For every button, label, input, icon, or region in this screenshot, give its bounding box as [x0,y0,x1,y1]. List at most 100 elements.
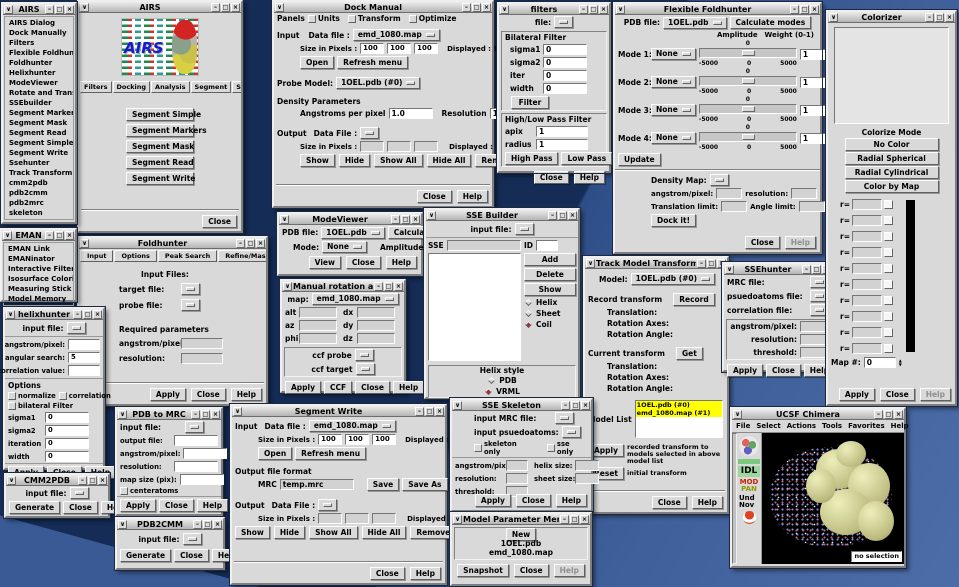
maximize-icon[interactable]: □ [88,476,97,485]
apply-button[interactable]: Apply [588,444,624,457]
maximize-icon[interactable]: □ [203,520,212,529]
minimize-icon[interactable]: – [802,265,811,274]
field-input[interactable] [183,448,227,459]
minimize-icon[interactable]: – [73,310,82,319]
translation-limit-input[interactable] [721,201,747,212]
titlebar[interactable]: ∨ Segment Write – □ × [232,406,445,417]
panel-checkbox[interactable]: Transform [348,14,401,23]
field-input[interactable]: 1 [536,126,588,137]
help-button[interactable]: Help [386,256,417,269]
slider-handle[interactable] [742,106,755,112]
close-icon[interactable]: × [231,3,240,12]
file-select[interactable] [554,16,573,28]
output-file-select[interactable] [360,127,379,139]
out-size-input[interactable] [318,513,342,524]
generate-button[interactable]: Generate [9,501,60,514]
probe-file-select[interactable] [181,299,200,311]
close-icon[interactable]: × [98,476,107,485]
maximize-icon[interactable]: □ [884,410,893,419]
close-button[interactable]: Close [63,501,98,514]
color-swatch[interactable] [884,328,893,337]
menu-item[interactable]: Segment Markers [5,108,73,118]
apply-button[interactable]: Apply [285,381,321,394]
show-button[interactable]: Show [524,283,576,296]
input-mrc-select[interactable] [555,412,574,424]
close-button[interactable]: Close [514,564,549,577]
show-hide-button[interactable]: Hide All [427,154,472,167]
titlebar[interactable]: ∨ Manual rotation and tran – □ × [282,281,404,292]
window-menu-icon[interactable]: ∨ [453,515,462,524]
rotation-input[interactable] [299,333,337,344]
help-button[interactable]: Help [692,496,723,509]
probe-model-select[interactable]: 1OEL.pdb (#0) [336,77,420,89]
apply-button[interactable]: Apply [839,388,875,401]
translation-input[interactable] [357,307,395,318]
color-swatch[interactable] [884,264,893,273]
model-listbox[interactable]: 1OEL.pdb (#0)emd_1080.map (#1) [635,400,723,438]
size-input[interactable]: 100 [360,43,384,54]
minimize-icon[interactable]: – [211,3,220,12]
menu-item[interactable]: Helixhunter [5,68,73,78]
minimize-icon[interactable]: – [561,401,570,410]
titlebar[interactable]: ∨ Dock Manual – □ × [274,2,492,13]
density-map-select[interactable] [710,174,729,186]
calculate-modes-button[interactable]: Calculate modes [730,16,812,29]
amplitude-slider[interactable] [699,76,797,86]
window-menu-icon[interactable]: ∨ [80,239,89,248]
menu[interactable]: Actions [787,422,816,430]
maximize-icon[interactable]: □ [83,310,92,319]
menu[interactable]: File [736,422,750,430]
close-icon[interactable]: × [65,231,74,240]
help-button[interactable]: Help [920,388,951,401]
minimize-icon[interactable]: – [925,13,934,22]
map-number-input[interactable]: 0 [864,357,896,368]
sheet-radio[interactable]: Sheet [524,309,576,318]
maximize-icon[interactable]: □ [571,401,580,410]
tab[interactable]: Docking [113,81,151,93]
show-hide-button[interactable]: Hide [339,154,370,167]
close-icon[interactable]: × [581,401,590,410]
pdb-file-select[interactable]: 1OEL.pdb [663,17,726,29]
menu[interactable]: Tools [822,422,842,430]
minimize-icon[interactable]: – [191,410,200,419]
show-hide-button[interactable]: Hide All [362,526,407,539]
close-icon[interactable]: × [93,310,102,319]
tab[interactable]: Segment Misc. [232,81,241,93]
tab[interactable]: Analysis [151,81,189,93]
parameter-input[interactable] [68,365,100,376]
amplitude-slider[interactable] [699,104,797,114]
out-size-input[interactable] [372,513,396,524]
target-file-select[interactable] [181,283,200,295]
param-input[interactable] [800,321,826,332]
menu-item[interactable]: Interactive Filter [4,264,73,274]
input-file-select[interactable] [515,223,534,235]
field-input[interactable]: 0 [45,412,89,423]
minimize-icon[interactable]: – [415,407,424,416]
normalize-checkbox[interactable]: normalize [8,392,56,400]
close-icon[interactable]: × [580,515,589,524]
menu-item[interactable]: Rotate and Translate [5,88,73,98]
close-button[interactable]: Close [766,364,801,377]
colorize-mode-button[interactable]: Radial Spherical [845,152,939,165]
minimize-icon[interactable]: – [193,520,202,529]
slider-handle[interactable] [742,134,755,140]
segment-button[interactable]: Segment Markers [126,124,194,137]
radius-input[interactable] [852,231,882,242]
maximize-icon[interactable]: □ [800,5,809,14]
show-hide-button[interactable]: Show All [374,154,422,167]
weight-input[interactable]: 1 [800,49,826,60]
help-button[interactable]: Help [554,564,585,577]
color-swatch[interactable] [884,232,893,241]
titlebar[interactable]: ∨ SSE Builder – □ × [426,210,578,221]
memory-item[interactable]: 1OEL.pdb [457,539,585,548]
colorize-mode-button[interactable]: No Color [845,138,939,151]
size-input[interactable]: 100 [372,434,396,445]
help-button[interactable]: Help [574,171,605,184]
maximize-icon[interactable]: □ [570,515,579,524]
coil-radio[interactable]: Coil [524,320,576,329]
weight-input[interactable]: 1 [800,133,826,144]
titlebar[interactable]: ∨ Flexible Foldhunter – □ × [615,4,820,15]
sse-input[interactable] [447,240,521,251]
rotation-input[interactable] [299,320,337,331]
titlebar[interactable]: ∨ Foldhunter – □ × [79,238,266,249]
